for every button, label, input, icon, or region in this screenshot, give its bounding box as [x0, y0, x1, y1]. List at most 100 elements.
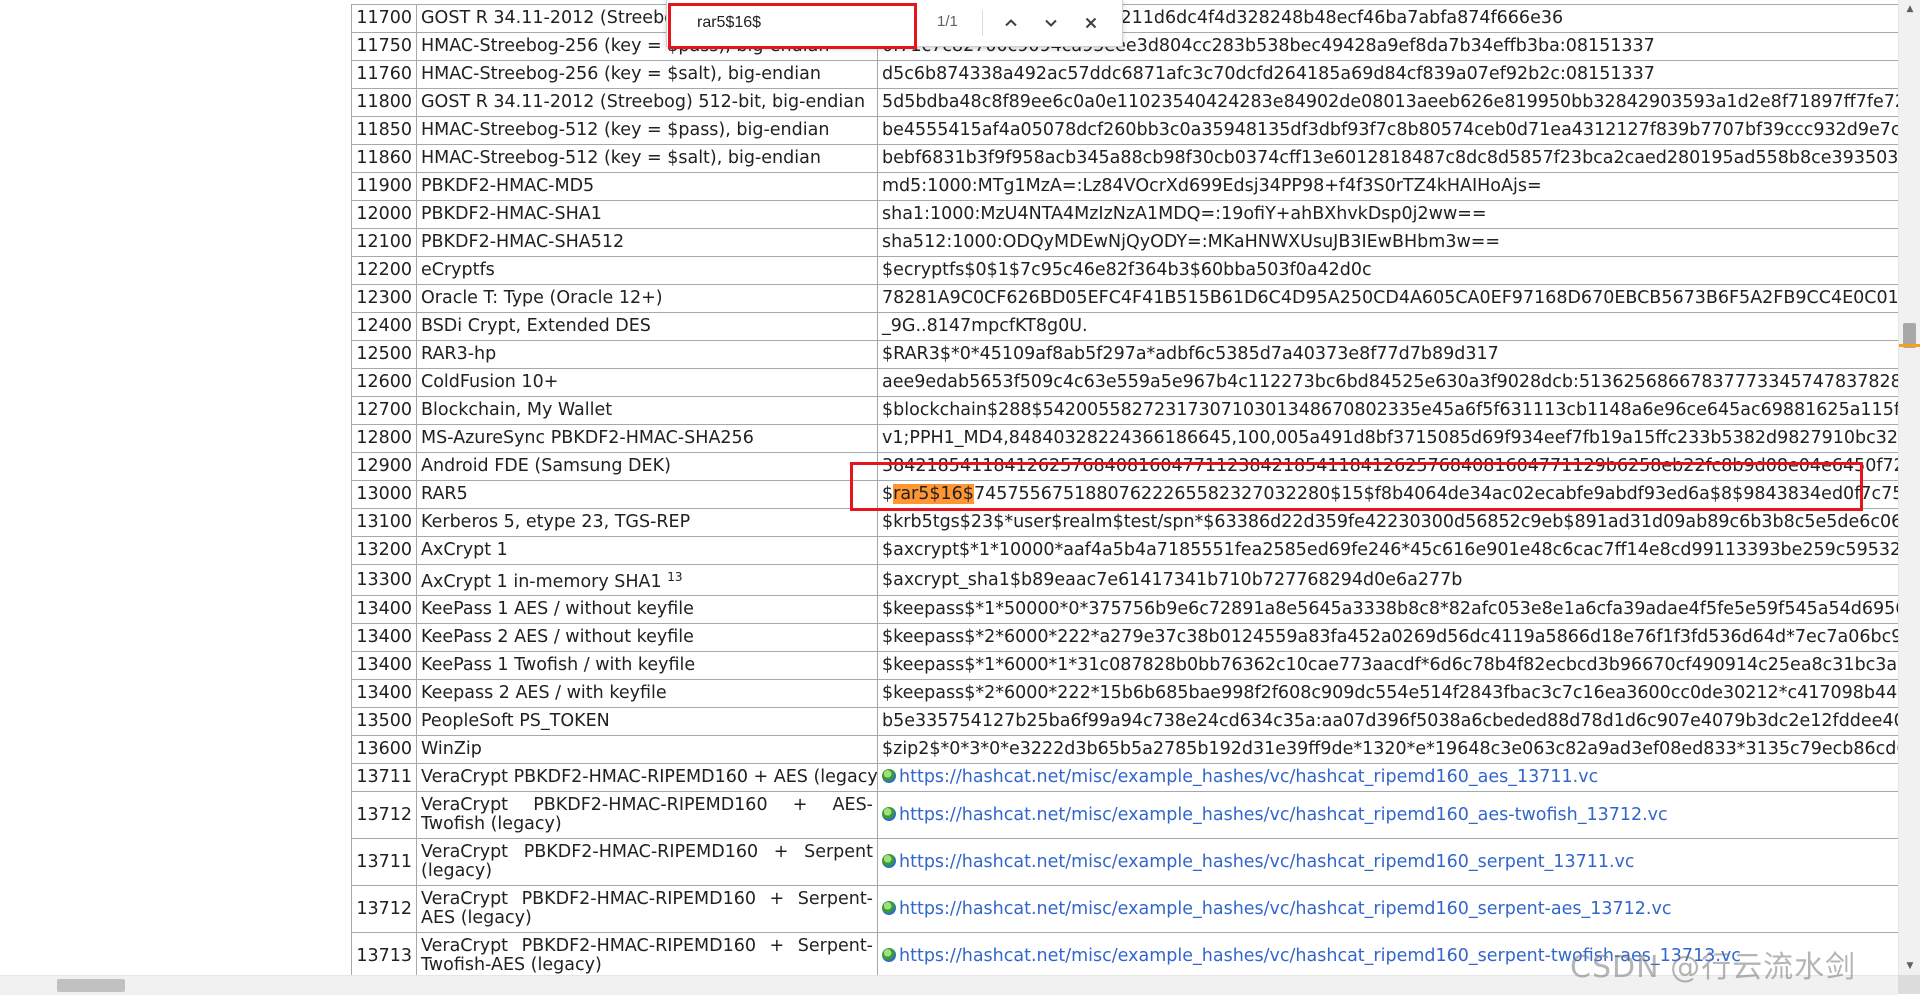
example-hash-link[interactable]: https://hashcat.net/misc/example_hashes/… [882, 767, 1598, 787]
example-hash-text: sha512:1000:ODQyMDEwNjQyODY=:MKaHNWXUsuJ… [882, 232, 1501, 252]
hash-mode-cell: 13400 [351, 679, 417, 708]
link-text: https://hashcat.net/misc/example_hashes/… [899, 851, 1635, 872]
hash-mode-cell: 13712 [351, 791, 417, 839]
table-row: 13400 KeePass 1 Twofish / with keyfile $ke… [351, 651, 1898, 680]
hash-name-cell: PBKDF2-HMAC-MD5 [416, 172, 878, 201]
example-hash-text: $keepass$*2*6000*222*15b6b685bae998f2f60… [882, 683, 1898, 703]
vertical-scrollbar[interactable]: ▲ ▼ [1898, 0, 1920, 975]
example-hash-cell: 3842185411841262576840816047711238421854… [877, 452, 1898, 481]
hash-name-text: Kerberos 5, etype 23, TGS-REP [421, 512, 691, 532]
hash-mode-cell: 13711 [351, 763, 417, 792]
example-hash-text: $blockchain$288$542005582723173071030134… [882, 400, 1898, 420]
hash-name-text: AxCrypt 1 [421, 540, 508, 560]
example-hash-text: bebf6831b3f9f958acb345a88cb98f30cb0374cf… [882, 148, 1898, 168]
hash-mode-cell: 13400 [351, 623, 417, 652]
hash-name-text: Keepass 2 AES / with keyfile [421, 683, 667, 703]
hash-name-text: VeraCrypt PBKDF2-HMAC-RIPEMD160 + Serpen… [421, 889, 873, 928]
example-hash-cell: $keepass$*2*6000*222*15b6b685bae998f2f60… [877, 679, 1898, 708]
example-hash-cell: 5d5bdba48c8f89ee6c0a0e11023540424283e849… [877, 88, 1898, 117]
example-hash-text: v1;PPH1_MD4,84840328224366186645,100,005… [882, 428, 1898, 448]
example-hash-text: be4555415af4a05078dcf260bb3c0a35948135df… [882, 120, 1898, 140]
hash-mode-cell: 13713 [351, 932, 417, 975]
external-link-globe-icon [882, 947, 896, 962]
table-row: 12200 eCryptfs $ecryptfs$0$1$7c95c46e82f36… [351, 256, 1898, 285]
table-row: 13000 RAR5 $rar5$16$7457556751880762226558… [351, 480, 1898, 509]
table-row: 11750 HMAC-Streebog-256 (key = $pass), bi… [351, 32, 1898, 61]
example-hash-text: _9G..8147mpcfKT8g0U. [882, 316, 1088, 336]
table-row: 13400 Keepass 2 AES / with keyfile $keepas… [351, 679, 1898, 708]
hash-mode-cell: 12000 [351, 200, 417, 229]
hash-name-cell: KeePass 1 AES / without keyfile [416, 595, 878, 624]
table-row: 11850 HMAC-Streebog-512 (key = $pass), bi… [351, 116, 1898, 145]
example-hash-cell: $rar5$16$7457556751880762226558232703228… [877, 480, 1898, 509]
hash-name-cell: AxCrypt 1 in-memory SHA1 13 [416, 564, 878, 596]
example-hash-cell: be4555415af4a05078dcf260bb3c0a35948135df… [877, 116, 1898, 145]
table-row: 13711 VeraCrypt PBKDF2-HMAC-RIPEMD160 + S… [351, 838, 1898, 886]
example-hash-text: md5:1000:MTg1MzA=:Lz84VOcrXd699Edsj34PP9… [882, 176, 1542, 196]
find-next-button[interactable] [1037, 10, 1065, 36]
table-row: 12000 PBKDF2-HMAC-SHA1 sha1:1000:MzU4NTA4M… [351, 200, 1898, 229]
example-hash-cell: v1;PPH1_MD4,84840328224366186645,100,005… [877, 424, 1898, 453]
scrollbar-corner [1898, 975, 1920, 994]
external-link-globe-icon [882, 769, 896, 783]
table-row: 13711 VeraCrypt PBKDF2-HMAC-RIPEMD160 + A… [351, 763, 1898, 792]
example-hash-cell: bebf6831b3f9f958acb345a88cb98f30cb0374cf… [877, 144, 1898, 173]
example-hash-text: d5c6b874338a492ac57ddc6871afc3c70dcfd264… [882, 64, 1655, 84]
hash-name-text: BSDi Crypt, Extended DES [421, 316, 651, 336]
hash-mode-cell: 13200 [351, 536, 417, 565]
scroll-down-arrow-icon[interactable]: ▼ [1899, 957, 1920, 975]
footnote-reference[interactable]: 13 [667, 570, 682, 584]
hash-name-cell: PBKDF2-HMAC-SHA512 [416, 228, 878, 257]
hash-name-cell: VeraCrypt PBKDF2-HMAC-RIPEMD160 + Serpen… [416, 838, 878, 886]
external-link-globe-icon [882, 853, 896, 868]
hash-mode-cell: 12900 [351, 452, 417, 481]
find-input[interactable] [695, 10, 869, 36]
example-hash-text: 3842185411841262576840816047711238421854… [882, 456, 1898, 476]
table-row: 11900 PBKDF2-HMAC-MD5 md5:1000:MTg1MzA=:Lz… [351, 172, 1898, 201]
example-hash-text: aee9edab5653f509c4c63e559a5e967b4c112273… [882, 372, 1898, 392]
find-bar: 1/1 [666, 0, 1123, 47]
table-row: 12400 BSDi Crypt, Extended DES _9G..8147mp… [351, 312, 1898, 341]
table-row: 11800 GOST R 34.11-2012 (Streebog) 512-bi… [351, 88, 1898, 117]
hash-mode-cell: 12600 [351, 368, 417, 397]
horizontal-scrollbar-thumb[interactable] [57, 979, 125, 992]
hash-name-cell: RAR5 [416, 480, 878, 509]
link-text: https://hashcat.net/misc/example_hashes/… [899, 804, 1668, 825]
example-hash-text: b5e335754127b25ba6f99a94c738e24cd634c35a… [882, 711, 1898, 731]
hash-name-text: PBKDF2-HMAC-SHA512 [421, 232, 625, 252]
find-highlight: rar5$16$ [893, 484, 974, 504]
hash-name-text: RAR5 [421, 484, 468, 504]
hash-name-text: GOST R 34.11-2012 (Streebog) 512-bit, bi… [421, 92, 866, 112]
hash-name-text: VeraCrypt PBKDF2-HMAC-RIPEMD160 + AES-Tw… [421, 795, 873, 834]
hash-mode-cell: 11900 [351, 172, 417, 201]
hash-name-cell: GOST R 34.11-2012 (Streebog) 512-bit, bi… [416, 88, 878, 117]
find-match-marker [1899, 344, 1920, 347]
hash-name-cell: VeraCrypt PBKDF2-HMAC-RIPEMD160 + AES (l… [416, 763, 878, 792]
example-hash-cell: d5c6b874338a492ac57ddc6871afc3c70dcfd264… [877, 60, 1898, 89]
example-hash-cell: https://hashcat.net/misc/example_hashes/… [877, 838, 1898, 886]
hash-name-cell: PBKDF2-HMAC-SHA1 [416, 200, 878, 229]
find-close-button[interactable] [1077, 10, 1105, 36]
scroll-up-arrow-icon[interactable]: ▲ [1899, 0, 1920, 18]
hash-name-text: PeopleSoft PS_TOKEN [421, 711, 610, 731]
example-hash-link[interactable]: https://hashcat.net/misc/example_hashes/… [882, 852, 1635, 872]
hash-name-text: HMAC-Streebog-512 (key = $salt), big-end… [421, 148, 821, 168]
example-hash-text: 5d5bdba48c8f89ee6c0a0e11023540424283e849… [882, 92, 1898, 112]
link-text: https://hashcat.net/misc/example_hashes/… [899, 767, 1599, 787]
example-hash-text: $axcrypt$*1*10000*aaf4a5b4a7185551fea258… [882, 540, 1898, 560]
example-hash-link[interactable]: https://hashcat.net/misc/example_hashes/… [882, 899, 1671, 919]
example-hash-text: $krb5tgs$23$*user$realm$test/spn*$63386d… [882, 512, 1898, 532]
hash-name-cell: HMAC-Streebog-512 (key = $salt), big-end… [416, 144, 878, 173]
example-hash-text: $zip2$*0*3*0*e3222d3b65b5a2785b192d31e39… [882, 739, 1898, 759]
example-hash-text: sha1:1000:MzU4NTA4MzIzNzA1MDQ=:19ofiY+ah… [882, 204, 1487, 224]
example-hashes-table: 11700 GOST R 34.11-2012 (Streebog) 256-bi… [351, 4, 1898, 975]
hash-name-cell: Keepass 2 AES / with keyfile [416, 679, 878, 708]
find-previous-button[interactable] [997, 10, 1025, 36]
hash-mode-cell: 13400 [351, 651, 417, 680]
find-divider [982, 10, 983, 36]
table-row: 12700 Blockchain, My Wallet $blockchain$28… [351, 396, 1898, 425]
hash-name-text: PBKDF2-HMAC-SHA1 [421, 204, 602, 224]
example-hash-link[interactable]: https://hashcat.net/misc/example_hashes/… [882, 805, 1668, 825]
hash-mode-cell: 12700 [351, 396, 417, 425]
example-hash-text: $keepass$*2*6000*222*a279e37c38b0124559a… [882, 627, 1898, 647]
